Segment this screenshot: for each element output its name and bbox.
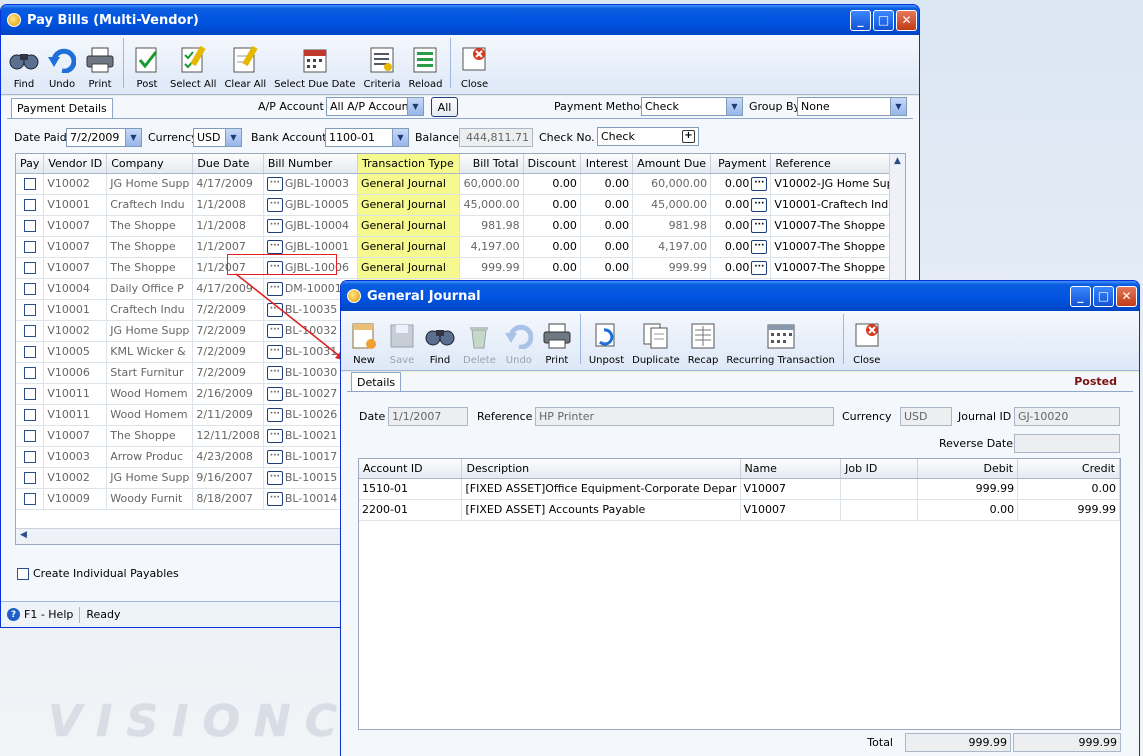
column-header[interactable]: Credit: [1017, 459, 1120, 479]
window-title: General Journal: [367, 288, 481, 304]
journal-table: Account ID Description Name Job ID Debit Cred…: [359, 459, 1120, 521]
total-credit: 999.99: [1013, 732, 1121, 752]
description-cell: [FIXED ASSET] Accounts Payable: [461, 499, 741, 521]
table-row[interactable]: 2200-01 [FIXED ASSET] Accounts Payable V10…: [359, 499, 1120, 521]
column-header[interactable]: Account ID: [359, 459, 463, 479]
general-journal-title-bar[interactable]: General Journal _ □ ✕: [341, 281, 1139, 311]
minimize-button[interactable]: _: [1070, 285, 1091, 307]
unpost-icon: [591, 321, 621, 351]
save-icon: [387, 321, 417, 351]
duplicate-button[interactable]: Duplicate: [628, 321, 684, 366]
general-journal-window: General Journal _ □ ✕ New Save Find Delete U…: [340, 280, 1140, 756]
binoculars-icon: [425, 321, 455, 351]
table-row[interactable]: 1510-01 [FIXED ASSET]Office Equipment-Cor…: [359, 478, 1120, 500]
recap-button[interactable]: Recap: [684, 321, 723, 366]
close-window-button[interactable]: ✕: [1116, 285, 1137, 307]
duplicate-icon: [641, 321, 671, 351]
maximize-button[interactable]: □: [1093, 285, 1114, 307]
account-id-cell: 1510-01: [359, 478, 463, 500]
save-button: Save: [383, 321, 421, 366]
name-cell: V10007: [740, 499, 842, 521]
journal-header-row: Account ID Description Name Job ID Debit Cred…: [359, 459, 1120, 479]
reverse-date-label: Reverse Date: [939, 437, 1014, 450]
description-cell: [FIXED ASSET]Office Equipment-Corporate …: [461, 478, 741, 500]
total-label: Total: [867, 735, 893, 749]
account-id-cell: 2200-01: [359, 499, 463, 521]
new-document-icon: [349, 321, 379, 351]
posted-status: Posted: [1074, 375, 1117, 388]
journal-id-field[interactable]: GJ-10020: [1014, 407, 1120, 426]
recurring-transaction-button[interactable]: Recurring Transaction: [722, 321, 838, 366]
date-label: Date: [359, 410, 386, 423]
reverse-date-field[interactable]: [1014, 434, 1120, 453]
job-id-cell: [840, 499, 918, 521]
currency-label: Currency: [842, 410, 892, 423]
reference-label: Reference: [477, 410, 533, 423]
journal-total-row: Total 999.99 999.99: [358, 732, 1121, 752]
close-button[interactable]: Close: [848, 321, 886, 366]
credit-cell: 0.00: [1017, 478, 1120, 500]
date-field[interactable]: 1/1/2007: [388, 407, 468, 426]
unpost-button[interactable]: Unpost: [585, 321, 628, 366]
general-journal-body: Details Posted Date 1/1/2007 Reference H…: [341, 372, 1139, 756]
delete-button: Delete: [459, 321, 500, 366]
recap-icon: [688, 321, 718, 351]
printer-icon: [542, 321, 572, 351]
trash-icon: [464, 321, 494, 351]
journal-id-label: Journal ID: [958, 410, 1012, 423]
currency-field[interactable]: USD: [900, 407, 952, 426]
debit-cell: 999.99: [917, 478, 1019, 500]
calendar-icon: [766, 321, 796, 351]
app-icon: [347, 289, 361, 303]
print-button[interactable]: Print: [538, 321, 576, 366]
tab-details[interactable]: Details: [351, 372, 402, 392]
tab-border: [347, 391, 1133, 392]
column-header[interactable]: Name: [740, 459, 842, 479]
column-header[interactable]: Job ID: [840, 459, 918, 479]
find-button[interactable]: Find: [421, 321, 459, 366]
new-button[interactable]: New: [345, 321, 383, 366]
close-icon: [852, 321, 882, 351]
debit-cell: 0.00: [917, 499, 1019, 521]
undo-button: Undo: [500, 321, 538, 366]
total-debit: 999.99: [905, 732, 1011, 752]
name-cell: V10007: [740, 478, 842, 500]
toolbar-separator: [579, 313, 581, 364]
toolbar-separator: [842, 313, 844, 364]
credit-cell: 999.99: [1017, 499, 1120, 521]
column-header[interactable]: Description: [461, 459, 741, 479]
job-id-cell: [840, 478, 918, 500]
general-journal-toolbar: New Save Find Delete Undo Print Unpost Duplicat…: [341, 311, 1139, 371]
column-header[interactable]: Debit: [917, 459, 1019, 479]
journal-grid: Account ID Description Name Job ID Debit Cred…: [358, 458, 1121, 730]
undo-icon: [504, 321, 534, 351]
reference-field[interactable]: HP Printer: [535, 407, 834, 426]
